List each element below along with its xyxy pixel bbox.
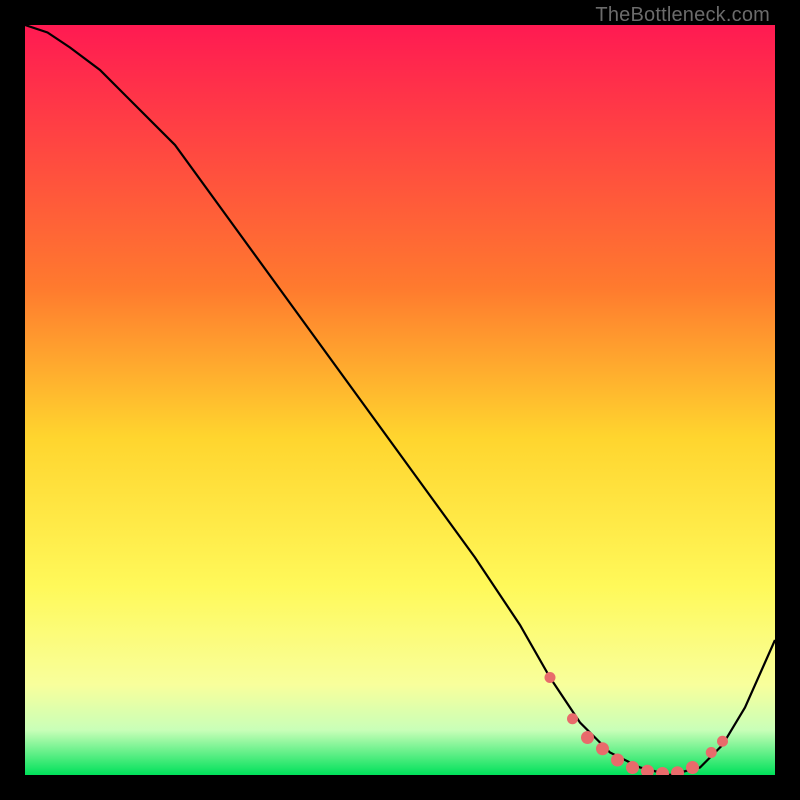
marker-point	[611, 754, 624, 767]
chart-svg	[25, 25, 775, 775]
watermark-text: TheBottleneck.com	[595, 4, 770, 27]
marker-point	[626, 761, 639, 774]
marker-point	[596, 742, 609, 755]
gradient-background	[25, 25, 775, 775]
chart-stage: TheBottleneck.com	[0, 0, 800, 800]
marker-point	[717, 736, 728, 747]
marker-point	[686, 761, 699, 774]
marker-point	[706, 747, 717, 758]
marker-point	[567, 713, 578, 724]
plot-area	[25, 25, 775, 775]
marker-point	[581, 731, 594, 744]
marker-point	[545, 672, 556, 683]
